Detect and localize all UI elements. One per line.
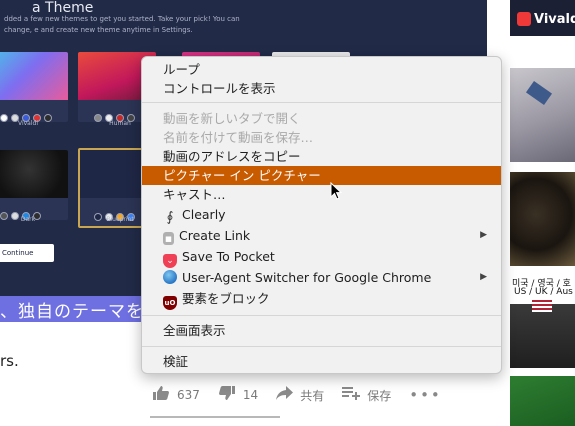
- menu-item-inspect-label: 検証: [163, 354, 189, 369]
- thumbs-up-icon: [152, 385, 170, 406]
- more-actions-button[interactable]: •••: [409, 386, 442, 404]
- sentiment-bar: [150, 416, 280, 418]
- continue-button: Continue: [0, 244, 54, 262]
- menu-item-save-video-as: 名前を付けて動画を保存…: [142, 128, 501, 147]
- thumbs-down-icon: [218, 385, 236, 406]
- description-text: rs.: [0, 352, 19, 370]
- menu-item-show-controls-label: コントロールを表示: [163, 81, 276, 96]
- more-icon: •••: [409, 386, 442, 404]
- globe-icon: [163, 270, 177, 284]
- menu-item-fullscreen-label: 全画面表示: [163, 323, 226, 338]
- menu-item-create-link[interactable]: ▪ Create Link ▶: [142, 226, 501, 245]
- sidebar-vivaldi-label: Vivald: [534, 12, 575, 27]
- mouse-cursor-icon: [330, 182, 342, 200]
- menu-item-cast-label: キャスト…: [163, 187, 226, 202]
- menu-item-loop[interactable]: ループ: [142, 60, 501, 79]
- menu-item-copy-video-address-label: 動画のアドレスをコピー: [163, 149, 301, 164]
- menu-separator: [142, 346, 501, 347]
- ublock-icon: uO: [163, 296, 177, 310]
- menu-item-open-video-new-tab-label: 動画を新しいタブで開く: [163, 111, 301, 126]
- menu-item-inspect[interactable]: 検証: [142, 352, 501, 371]
- menu-item-save-to-pocket[interactable]: ⌄ Save To Pocket: [142, 247, 501, 268]
- sidebar-thumbnail-language[interactable]: 미국 / 영국 / 호 US / UK / Aus: [510, 274, 575, 368]
- context-menu: ループ コントロールを表示 動画を新しいタブで開く 名前を付けて動画を保存… 動…: [141, 56, 502, 374]
- sidebar-thumbnail-vivaldi[interactable]: Vivald: [510, 0, 575, 36]
- object-shape: [525, 80, 553, 106]
- menu-item-clearly-label: Clearly: [182, 207, 226, 222]
- submenu-arrow-icon: ▶: [480, 230, 487, 240]
- video-actions: 637 14 共有 保存 •••: [152, 384, 460, 406]
- theme-name-dark: Dark: [20, 216, 36, 223]
- menu-item-fullscreen[interactable]: 全画面表示: [142, 321, 501, 340]
- menu-item-loop-label: ループ: [163, 62, 200, 77]
- menu-item-picture-in-picture[interactable]: ピクチャー イン ピクチャー: [142, 166, 501, 185]
- submenu-arrow-icon: ▶: [480, 272, 487, 282]
- menu-item-open-video-new-tab: 動画を新しいタブで開く: [142, 109, 501, 128]
- sidebar-thumbnail-green[interactable]: [510, 376, 575, 426]
- menu-item-show-controls[interactable]: コントロールを表示: [142, 79, 501, 98]
- like-count: 637: [177, 388, 200, 402]
- clearly-icon: ∮: [166, 210, 174, 225]
- korean-label-line2: US / UK / Aus: [514, 287, 573, 297]
- menu-item-block-element-label: 要素をブロック: [182, 291, 270, 306]
- like-button[interactable]: 637: [152, 385, 200, 406]
- sidebar-thumbnail-carpet[interactable]: [510, 68, 575, 162]
- theme-name-blueprint: Blueprint: [106, 216, 134, 223]
- pocket-icon: ⌄: [163, 254, 177, 268]
- menu-separator: [142, 315, 501, 316]
- menu-item-picture-in-picture-label: ピクチャー イン ピクチャー: [163, 168, 321, 183]
- share-icon: [276, 385, 294, 405]
- menu-item-clearly[interactable]: ∮ Clearly: [142, 205, 501, 225]
- dislike-button[interactable]: 14: [218, 385, 258, 406]
- dislike-count: 14: [242, 388, 259, 402]
- us-flag-icon: [532, 300, 552, 312]
- video-frame-description: dded a few new themes to get you started…: [4, 15, 240, 34]
- sidebar-thumbnail-dog[interactable]: [510, 172, 575, 266]
- menu-item-save-video-as-label: 名前を付けて動画を保存…: [163, 130, 314, 145]
- menu-item-cast[interactable]: キャスト…: [142, 185, 501, 204]
- vivaldi-logo-icon: [517, 12, 531, 26]
- video-subtitle: 、独自のテーマを: [0, 302, 144, 322]
- menu-item-user-agent-switcher[interactable]: User-Agent Switcher for Google Chrome ▶: [142, 268, 501, 287]
- menu-item-user-agent-switcher-label: User-Agent Switcher for Google Chrome: [182, 270, 432, 285]
- save-button[interactable]: 保存: [342, 385, 391, 405]
- theme-name-vivaldi: Vivaldi: [17, 120, 38, 127]
- menu-separator: [142, 102, 501, 103]
- share-button[interactable]: 共有: [276, 385, 324, 405]
- create-link-icon: ▪: [163, 232, 174, 245]
- share-label: 共有: [300, 388, 325, 403]
- menu-item-save-to-pocket-label: Save To Pocket: [182, 249, 275, 264]
- menu-item-copy-video-address[interactable]: 動画のアドレスをコピー: [142, 147, 501, 166]
- menu-item-create-link-label: Create Link: [179, 228, 251, 243]
- menu-item-block-element[interactable]: uO 要素をブロック: [142, 289, 501, 310]
- playlist-add-icon: [342, 385, 361, 405]
- save-label: 保存: [367, 388, 392, 403]
- theme-card-vivaldi: [0, 52, 68, 122]
- theme-card-dark: [0, 150, 68, 220]
- theme-name-human: Human: [109, 120, 131, 127]
